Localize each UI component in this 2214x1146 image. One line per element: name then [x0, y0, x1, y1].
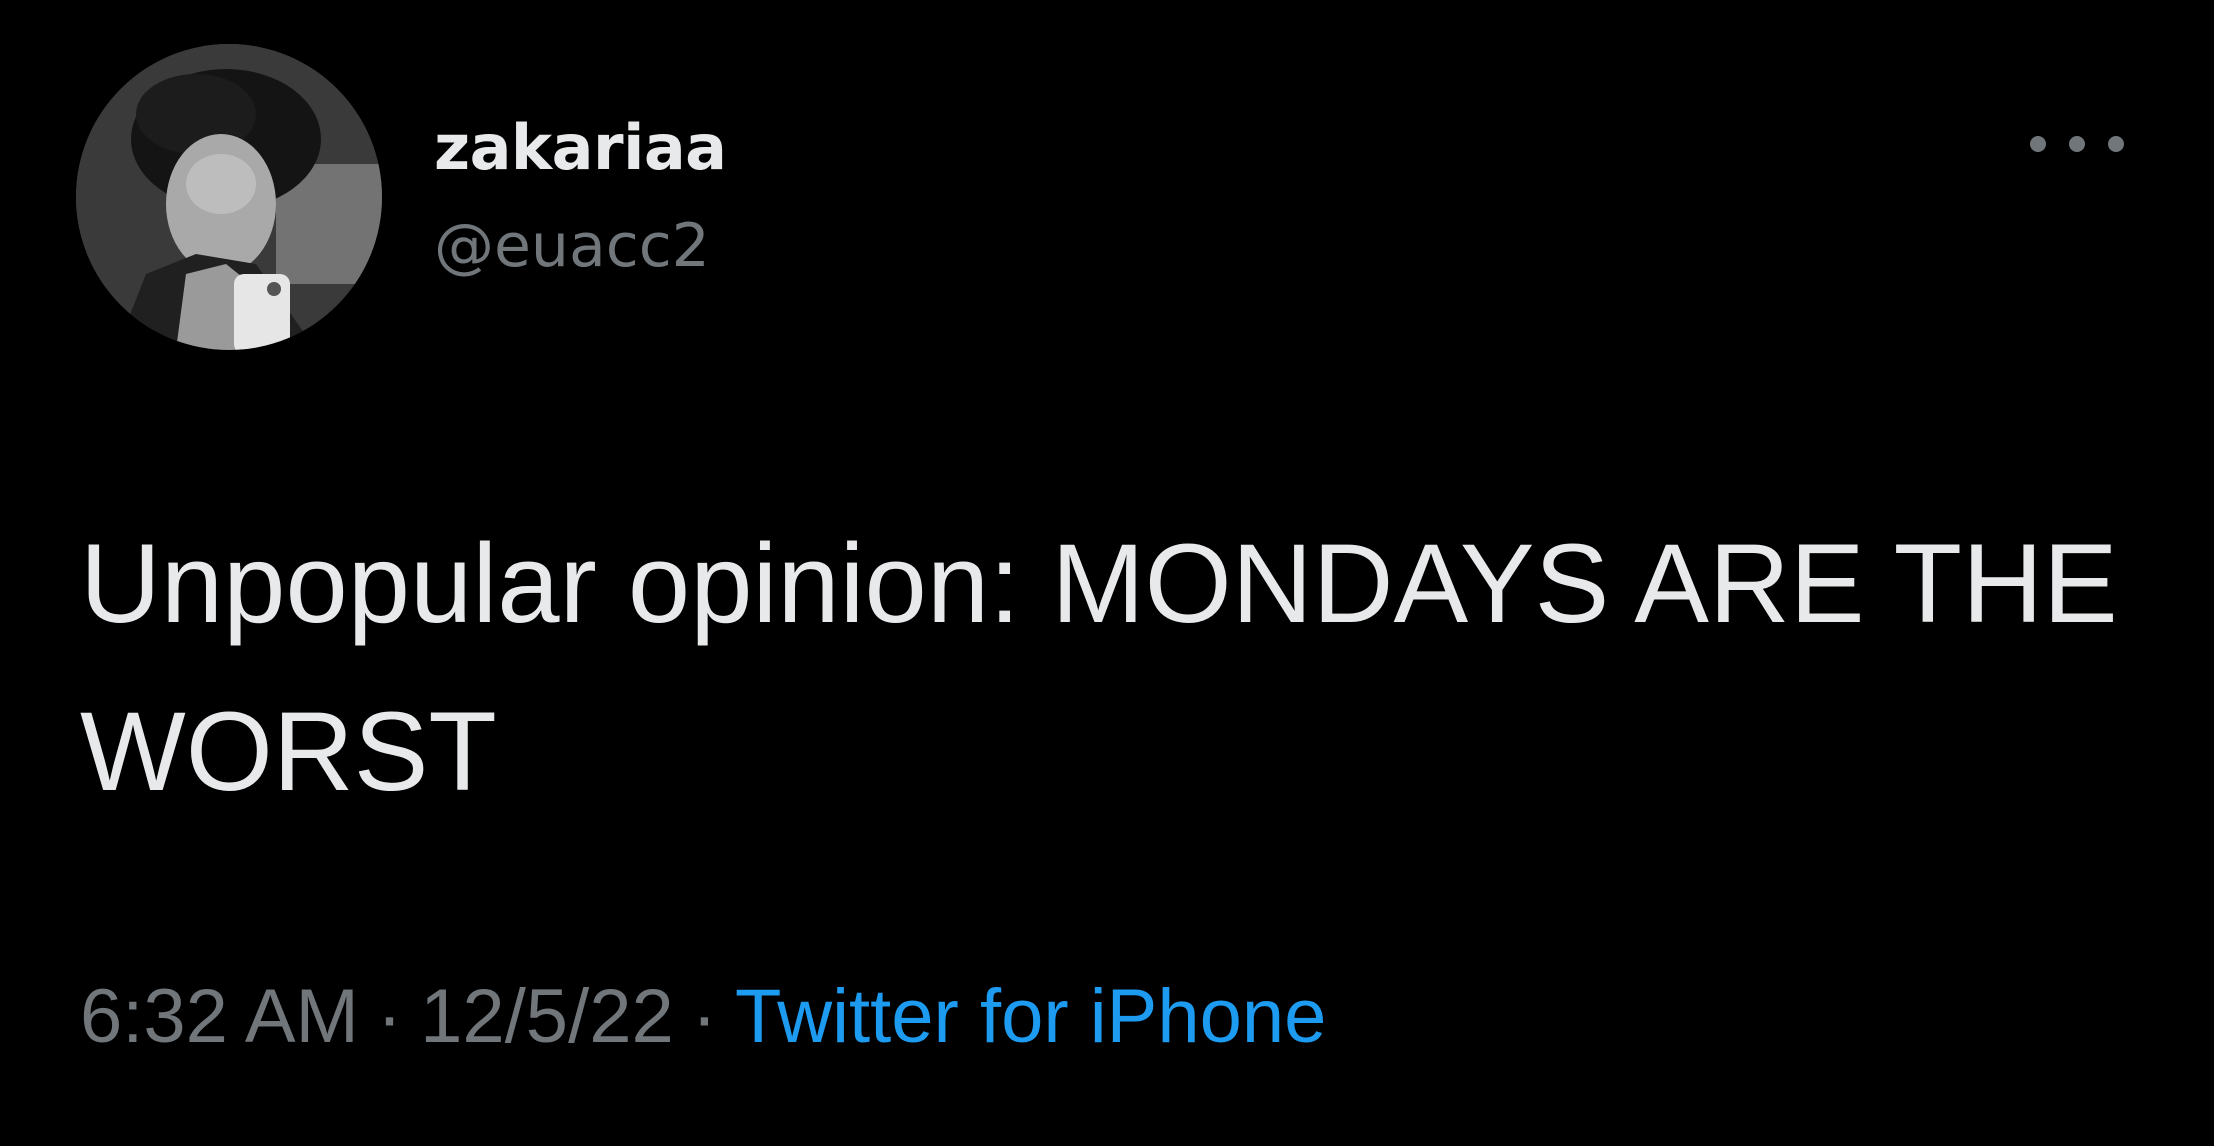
meta-separator: ·	[691, 974, 718, 1059]
more-horizontal-icon	[2030, 136, 2046, 152]
meta-separator: ·	[376, 974, 403, 1059]
profile-photo	[76, 44, 382, 350]
tweet-text: Unpopular opinion: MONDAYS ARE THE WORST	[80, 521, 2118, 814]
tweet-date[interactable]: 12/5/22	[420, 974, 674, 1059]
user-handle[interactable]: @euacc2	[434, 206, 727, 286]
tweet: zakariaa @euacc2 Unpopular opinion: MOND…	[0, 0, 2214, 1146]
more-options-button[interactable]	[2030, 128, 2124, 160]
author-block[interactable]: zakariaa @euacc2	[434, 110, 727, 286]
tweet-source-link[interactable]: Twitter for iPhone	[735, 974, 1326, 1059]
tweet-time[interactable]: 6:32 AM	[80, 974, 359, 1059]
tweet-metadata: 6:32 AM · 12/5/22 · Twitter for iPhone	[80, 972, 1326, 1062]
more-horizontal-icon-dot	[2108, 136, 2124, 152]
avatar[interactable]	[76, 44, 382, 350]
more-horizontal-icon-dot	[2069, 136, 2085, 152]
display-name[interactable]: zakariaa	[434, 110, 727, 186]
